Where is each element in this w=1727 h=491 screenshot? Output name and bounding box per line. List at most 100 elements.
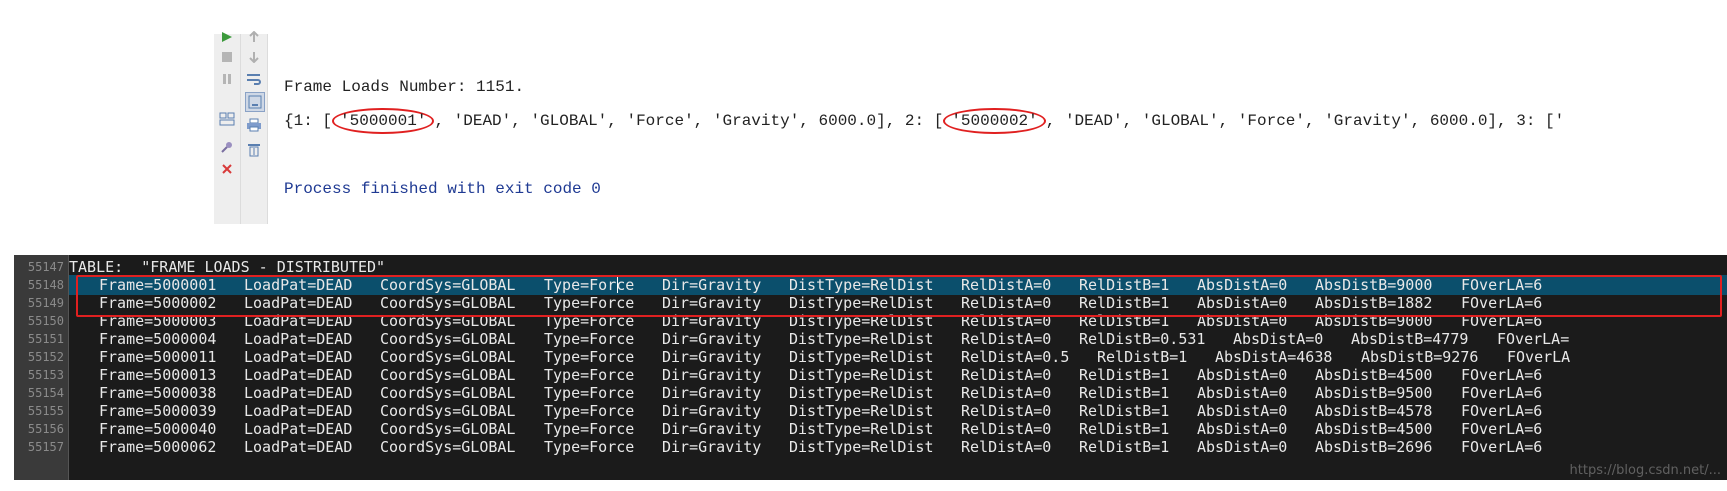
table-cell: AbsDistB=4500 [1315,366,1433,384]
table-cell: DistType=RelDist [789,438,934,456]
line-number: 55148 [27,278,64,292]
line-number: 55149 [27,296,64,310]
line-number: 55153 [27,368,64,382]
table-row[interactable]: Frame=5000038 LoadPat=DEAD CoordSys=GLOBAL… [69,383,1727,403]
table-cell: RelDistB=1 [1079,438,1170,456]
table-cell: Dir=Gravity [662,330,762,348]
table-header-text: TABLE: "FRAME LOADS - DISTRIBUTED" [69,258,386,276]
table-cell: AbsDistA=0 [1197,384,1288,402]
console-output: Frame Loads Number: 1151. {1: ['5000001'… [284,34,1727,224]
frame-dict-line: {1: ['5000001', 'DEAD', 'GLOBAL', 'Force… [284,108,1564,134]
table-cell: AbsDistA=4638 [1215,348,1333,366]
table-cell: RelDistB=1 [1079,366,1170,384]
table-row[interactable]: Frame=5000011 LoadPat=DEAD CoordSys=GLOBAL… [69,347,1727,367]
red-annotation-box [76,275,1722,317]
table-cell: AbsDistB=4500 [1315,420,1433,438]
table-cell: Type=Force [544,384,635,402]
table-row[interactable]: Frame=5000039 LoadPat=DEAD CoordSys=GLOBAL… [69,401,1727,421]
table-cell: AbsDistB=9500 [1315,384,1433,402]
table-cell: FOverLA=6 [1461,384,1543,402]
table-cell: RelDistA=0 [961,420,1052,438]
table-cell: DistType=RelDist [789,366,934,384]
line-number: 55151 [27,332,64,346]
table-cell: FOverLA=6 [1461,366,1543,384]
table-cell: LoadPat=DEAD [244,384,353,402]
soft-wrap-icon[interactable] [245,70,263,88]
down-arrow-icon[interactable] [245,48,263,66]
table-cell: RelDistB=1 [1079,384,1170,402]
table-cell: LoadPat=DEAD [244,438,353,456]
run-icon[interactable] [218,28,236,46]
text-editor[interactable]: 55147 55148 55149 55150 55151 55152 55153 55154… [14,255,1727,480]
run-console: Frame Loads Number: 1151. {1: ['5000001'… [214,31,1727,224]
table-cell: Type=Force [544,348,635,366]
table-cell: CoordSys=GLOBAL [380,366,516,384]
table-cell: Type=Force [544,438,635,456]
table-cell: AbsDistA=0 [1197,420,1288,438]
table-cell: RelDistB=1 [1097,348,1188,366]
pause-icon[interactable] [218,70,236,88]
pin-icon[interactable] [218,138,236,156]
trash-icon[interactable] [245,140,263,158]
table-cell: Frame=5000040 [99,420,217,438]
table-cell: Type=Force [544,420,635,438]
table-cell: LoadPat=DEAD [244,330,353,348]
table-cell: LoadPat=DEAD [244,420,353,438]
table-cell: RelDistA=0 [961,366,1052,384]
table-cell: CoordSys=GLOBAL [380,420,516,438]
table-row[interactable]: Frame=5000013 LoadPat=DEAD CoordSys=GLOBAL… [69,365,1727,385]
table-cell: DistType=RelDist [789,402,934,420]
table-cell: RelDistB=0.531 [1079,330,1206,348]
run-toolbar-right [241,31,268,224]
table-cell: AbsDistB=2696 [1315,438,1433,456]
table-cell: Type=Force [544,330,635,348]
table-cell: LoadPat=DEAD [244,366,353,384]
table-cell: RelDistB=1 [1079,420,1170,438]
table-cell: RelDistA=0.5 [961,348,1070,366]
line-number: 55154 [27,386,64,400]
layout-icon[interactable] [218,110,236,128]
line-number: 55150 [27,314,64,328]
table-cell: Dir=Gravity [662,420,762,438]
close-icon[interactable] [218,160,236,178]
table-cell: AbsDistB=4779 [1351,330,1469,348]
table-cell: DistType=RelDist [789,330,934,348]
table-cell: RelDistB=1 [1079,402,1170,420]
table-header-line: TABLE: "FRAME LOADS - DISTRIBUTED" [69,257,1727,277]
table-row[interactable]: Frame=5000062 LoadPat=DEAD CoordSys=GLOBAL… [69,437,1727,457]
table-cell: Dir=Gravity [662,348,762,366]
table-cell: RelDistA=0 [961,384,1052,402]
table-cell: FOverLA=6 [1461,420,1543,438]
up-arrow-icon[interactable] [245,28,263,46]
line-number: 55152 [27,350,64,364]
dict-prefix: {1: [ [284,112,333,130]
table-cell: AbsDistA=0 [1197,402,1288,420]
table-cell: FOverLA=6 [1461,438,1543,456]
table-cell: FOverLA=6 [1461,402,1543,420]
table-cell: Type=Force [544,402,635,420]
table-cell: RelDistA=0 [961,438,1052,456]
table-cell: CoordSys=GLOBAL [380,348,516,366]
table-cell: Dir=Gravity [662,402,762,420]
table-cell: Dir=Gravity [662,384,762,402]
table-cell: CoordSys=GLOBAL [380,330,516,348]
table-cell: Frame=5000011 [99,348,217,366]
print-icon[interactable] [245,116,263,134]
table-row[interactable]: Frame=5000040 LoadPat=DEAD CoordSys=GLOBAL… [69,419,1727,439]
circled-id-1: '5000001' [332,108,435,134]
table-cell: Frame=5000062 [99,438,217,456]
table-row[interactable]: Frame=5000004 LoadPat=DEAD CoordSys=GLOBAL… [69,329,1727,349]
table-cell: AbsDistB=9276 [1361,348,1479,366]
table-cell: DistType=RelDist [789,348,934,366]
line-number: 55147 [27,260,64,274]
table-cell: AbsDistB=4578 [1315,402,1433,420]
table-cell: Frame=5000038 [99,384,217,402]
run-toolbar-left [214,32,241,224]
table-cell: CoordSys=GLOBAL [380,402,516,420]
scroll-to-end-icon[interactable] [245,92,265,112]
stop-icon[interactable] [218,48,236,66]
table-cell: Frame=5000013 [99,366,217,384]
watermark: https://blog.csdn.net/... [1569,463,1721,478]
table-cell: DistType=RelDist [789,420,934,438]
line-number: 55156 [27,422,64,436]
